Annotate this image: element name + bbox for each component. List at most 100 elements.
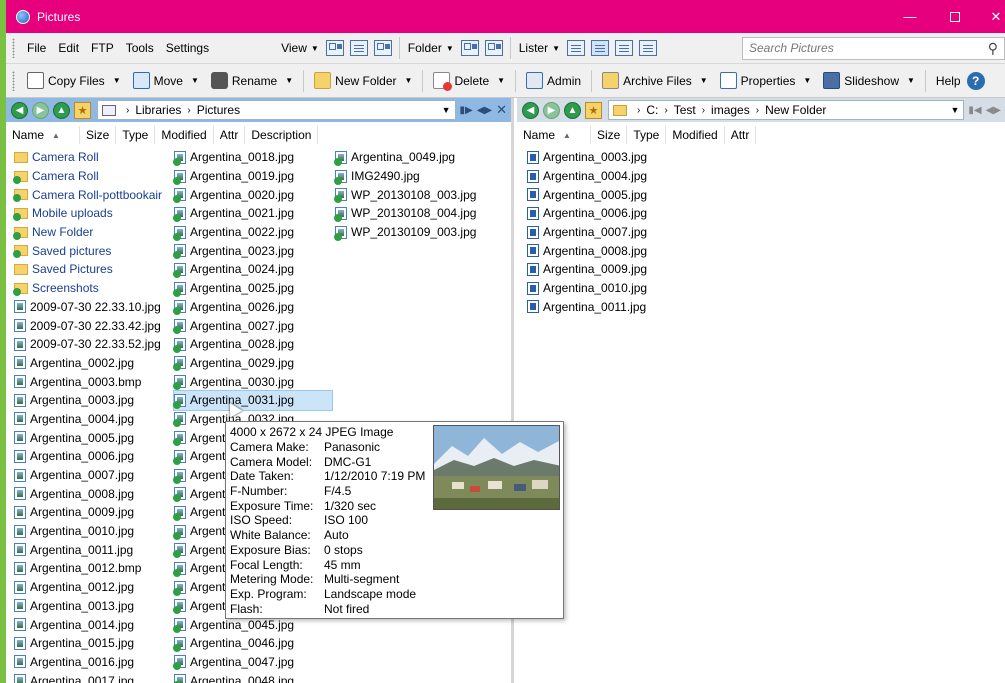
viewer-pane-icon[interactable] bbox=[639, 40, 657, 56]
breadcrumb[interactable]: › Libraries › Pictures ▼ bbox=[97, 100, 456, 120]
file-list-item[interactable]: 2009-07-30 22.33.42.jpg bbox=[14, 316, 172, 335]
file-list-item[interactable]: Argentina_0028.jpg bbox=[173, 335, 332, 354]
search-input[interactable]: Search Pictures ⚲ bbox=[742, 37, 1005, 60]
right-file-pane[interactable]: ◀ ▶ ▲ ★ › C: › Test › images › New Folde… bbox=[517, 98, 1005, 683]
up-arrow-icon[interactable]: ▲ bbox=[53, 101, 70, 119]
up-arrow-icon[interactable]: ▲ bbox=[564, 101, 581, 119]
chevron-down-icon[interactable]: ▼ bbox=[497, 76, 505, 85]
breadcrumb-item[interactable]: Test bbox=[674, 103, 696, 117]
file-list-item[interactable]: Argentina_0019.jpg bbox=[173, 167, 332, 186]
file-list-item[interactable]: Argentina_0003.jpg bbox=[527, 148, 727, 167]
chevron-down-icon[interactable]: ▼ bbox=[285, 76, 293, 85]
file-list-item[interactable]: Argentina_0005.jpg bbox=[527, 185, 727, 204]
file-list-item[interactable]: WP_20130108_003.jpg bbox=[334, 185, 505, 204]
minimize-button[interactable]: — bbox=[887, 0, 933, 33]
file-list-item[interactable]: Argentina_0013.jpg bbox=[14, 597, 172, 616]
file-list-item[interactable]: Argentina_0004.jpg bbox=[527, 167, 727, 186]
file-list-item[interactable]: Argentina_0023.jpg bbox=[173, 241, 332, 260]
file-list-item[interactable]: Argentina_0003.bmp bbox=[14, 372, 172, 391]
breadcrumb[interactable]: › C: › Test › images › New Folder ▼ bbox=[608, 100, 965, 120]
search-icon[interactable]: ⚲ bbox=[988, 40, 998, 57]
file-list-item[interactable]: Argentina_0022.jpg bbox=[173, 223, 332, 242]
folder-item[interactable]: New Folder bbox=[13, 223, 172, 242]
file-list-item[interactable]: WP_20130108_004.jpg bbox=[334, 204, 505, 223]
file-list-item[interactable]: Argentina_0009.jpg bbox=[527, 260, 727, 279]
file-list-item[interactable]: Argentina_0012.jpg bbox=[14, 578, 172, 597]
breadcrumb-item[interactable]: Libraries bbox=[135, 103, 181, 117]
column-attr[interactable]: Attr bbox=[725, 126, 757, 144]
file-list-item[interactable]: Argentina_0024.jpg bbox=[173, 260, 332, 279]
slideshow-button[interactable]: Slideshow ▼ bbox=[817, 68, 921, 94]
file-list-item[interactable]: Argentina_0030.jpg bbox=[173, 372, 332, 391]
folder-item[interactable]: Camera Roll-pottbookair bbox=[13, 185, 172, 204]
toolbar-grip[interactable] bbox=[12, 70, 15, 91]
view-thumbnails-icon[interactable] bbox=[373, 40, 392, 56]
maximize-button[interactable] bbox=[932, 0, 978, 33]
file-list-item[interactable]: Argentina_0046.jpg bbox=[173, 634, 332, 653]
file-list-item[interactable]: Argentina_0021.jpg bbox=[173, 204, 332, 223]
breadcrumb-item[interactable]: images bbox=[711, 103, 750, 117]
file-list-item[interactable]: Argentina_0047.jpg bbox=[173, 653, 332, 672]
column-size[interactable]: Size bbox=[591, 126, 628, 144]
delete-button[interactable]: Delete ▼ bbox=[427, 68, 511, 94]
column-name[interactable]: Name ▲ bbox=[6, 126, 80, 144]
file-list-item[interactable]: Argentina_0010.jpg bbox=[527, 279, 727, 298]
file-list-item[interactable]: Argentina_0048.jpg bbox=[173, 671, 332, 683]
file-list-item[interactable]: Argentina_0009.jpg bbox=[14, 503, 172, 522]
column-name[interactable]: Name ▲ bbox=[517, 126, 591, 144]
close-button[interactable]: ✕ bbox=[973, 0, 1005, 33]
menu-settings[interactable]: Settings bbox=[160, 41, 215, 55]
chevron-down-icon[interactable]: ▼ bbox=[442, 105, 451, 115]
chevron-down-icon[interactable]: ▼ bbox=[113, 76, 121, 85]
dual-pane-horizontal-icon[interactable] bbox=[615, 40, 633, 56]
help-button[interactable]: Help ? bbox=[930, 68, 991, 94]
chevron-down-icon[interactable]: ▼ bbox=[950, 105, 959, 115]
copy-files-button[interactable]: Copy Files ▼ bbox=[21, 68, 127, 94]
column-type[interactable]: Type bbox=[627, 126, 667, 144]
file-list-item[interactable]: Argentina_0031.jpg bbox=[173, 389, 333, 411]
back-arrow-icon[interactable]: ◀ bbox=[11, 101, 28, 119]
breadcrumb-item[interactable]: New Folder bbox=[765, 103, 826, 117]
file-list-item[interactable]: Argentina_0006.jpg bbox=[527, 204, 727, 223]
chevron-down-icon[interactable]: ▼ bbox=[191, 76, 199, 85]
file-list-item[interactable]: Argentina_0025.jpg bbox=[173, 279, 332, 298]
chevron-down-icon[interactable]: ▼ bbox=[700, 76, 708, 85]
file-list-item[interactable]: Argentina_0027.jpg bbox=[173, 316, 332, 335]
menu-tools[interactable]: Tools bbox=[120, 41, 160, 55]
chevron-down-icon[interactable]: ▼ bbox=[405, 76, 413, 85]
chevron-down-icon[interactable]: ▼ bbox=[907, 76, 915, 85]
single-pane-icon[interactable] bbox=[567, 40, 585, 56]
split-toggle-icon[interactable]: ▮▶ bbox=[460, 105, 473, 116]
close-pane-icon[interactable]: ✕ bbox=[496, 102, 507, 118]
folder-item[interactable]: Camera Roll bbox=[14, 148, 172, 167]
folder-item[interactable]: Screenshots bbox=[13, 279, 172, 298]
breadcrumb-item[interactable]: Pictures bbox=[197, 103, 240, 117]
file-list-item[interactable]: Argentina_0049.jpg bbox=[334, 148, 505, 167]
file-list-item[interactable]: Argentina_0004.jpg bbox=[14, 410, 172, 429]
menu-ftp[interactable]: FTP bbox=[85, 41, 120, 55]
column-type[interactable]: Type bbox=[116, 126, 156, 144]
back-arrow-icon[interactable]: ◀ bbox=[522, 101, 539, 119]
column-modified[interactable]: Modified bbox=[155, 126, 214, 144]
folder-item[interactable]: Saved Pictures bbox=[14, 260, 172, 279]
move-button[interactable]: Move ▼ bbox=[127, 68, 205, 94]
archive-files-button[interactable]: Archive Files ▼ bbox=[596, 68, 714, 94]
file-list-item[interactable]: Argentina_0003.jpg bbox=[14, 391, 172, 410]
column-attr[interactable]: Attr bbox=[214, 126, 246, 144]
file-list-item[interactable]: WP_20130109_003.jpg bbox=[334, 223, 505, 242]
split-toggle-icon[interactable]: ▮◀ bbox=[968, 105, 981, 116]
folder-tabs-icon[interactable] bbox=[484, 40, 503, 56]
file-list-item[interactable]: Argentina_0008.jpg bbox=[527, 241, 727, 260]
sync-arrows-icon[interactable]: ◀▶ bbox=[477, 105, 492, 116]
file-list-item[interactable]: Argentina_0011.jpg bbox=[527, 298, 727, 317]
file-list-item[interactable]: Argentina_0017.jpg bbox=[14, 671, 172, 683]
folder-item[interactable]: Camera Roll bbox=[13, 167, 172, 186]
forward-arrow-icon[interactable]: ▶ bbox=[32, 101, 49, 119]
folder-tree-icon[interactable] bbox=[460, 40, 479, 56]
view-list-icon[interactable] bbox=[349, 40, 368, 56]
column-description[interactable]: Description bbox=[245, 126, 319, 144]
folder-item[interactable]: Mobile uploads bbox=[13, 204, 172, 223]
file-list-item[interactable]: Argentina_0005.jpg bbox=[14, 428, 172, 447]
column-modified[interactable]: Modified bbox=[666, 126, 725, 144]
admin-button[interactable]: Admin bbox=[520, 68, 587, 94]
